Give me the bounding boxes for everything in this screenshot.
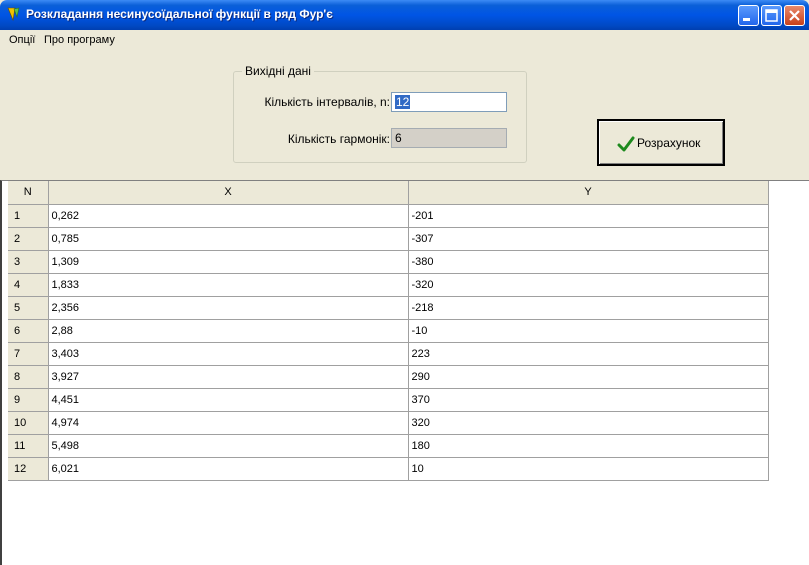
row-number-cell: 9 [8,388,49,412]
row-number-cell: 2 [8,227,49,251]
calculate-button-label: Розрахунок [637,136,701,150]
row-number-cell: 12 [8,457,49,481]
menu-options[interactable]: Опції [9,34,35,46]
y-cell[interactable]: 320 [408,411,769,435]
header-n[interactable]: N [8,181,49,205]
x-cell[interactable]: 5,498 [48,434,409,458]
title-bar[interactable]: Розкладання несинусоїдальної функції в р… [0,0,809,30]
app-icon [7,7,20,22]
input-groupbox [233,71,527,163]
checkmark-icon [617,136,635,152]
row-number-cell: 6 [8,319,49,343]
row-number-cell: 7 [8,342,49,366]
y-cell[interactable]: -201 [408,204,769,228]
table-row[interactable]: 11 5,498 180 [8,434,769,458]
table-row[interactable]: 5 2,356 -218 [8,296,769,320]
table-row[interactable]: 7 3,403 223 [8,342,769,366]
minimize-icon [743,18,750,21]
row-number-cell: 5 [8,296,49,320]
y-cell[interactable]: 370 [408,388,769,412]
x-cell[interactable]: 4,451 [48,388,409,412]
y-cell[interactable]: 10 [408,457,769,481]
data-grid[interactable]: N X Y 1 0,262 -201 2 0,785 -307 3 1,309 -380 4 1,8… [8,181,769,481]
row-number-cell: 11 [8,434,49,458]
harmonics-label: Кількість гармонік: [287,132,390,146]
maximize-button[interactable] [761,5,782,26]
table-row[interactable]: 2 0,785 -307 [8,227,769,251]
x-cell[interactable]: 2,88 [48,319,409,343]
table-row[interactable]: 3 1,309 -380 [8,250,769,274]
y-cell[interactable]: -380 [408,250,769,274]
close-icon [789,10,800,21]
menu-about[interactable]: Про програму [44,34,115,46]
minimize-button[interactable] [738,5,759,26]
table-row[interactable]: 1 0,262 -201 [8,204,769,228]
row-number-cell: 10 [8,411,49,435]
x-cell[interactable]: 0,785 [48,227,409,251]
y-cell[interactable]: 180 [408,434,769,458]
x-cell[interactable]: 2,356 [48,296,409,320]
row-number-cell: 3 [8,250,49,274]
y-cell[interactable]: -307 [408,227,769,251]
x-cell[interactable]: 6,021 [48,457,409,481]
app-window: Розкладання несинусоїдальної функції в р… [0,0,809,565]
table-row[interactable]: 9 4,451 370 [8,388,769,412]
row-number-cell: 1 [8,204,49,228]
x-cell[interactable]: 3,403 [48,342,409,366]
y-cell[interactable]: -10 [408,319,769,343]
x-cell[interactable]: 1,833 [48,273,409,297]
maximize-icon [765,9,778,22]
calculate-button[interactable]: Розрахунок [597,119,725,166]
close-button[interactable] [784,5,805,26]
row-number-cell: 4 [8,273,49,297]
y-cell[interactable]: 223 [408,342,769,366]
harmonics-input: 6 [391,128,507,148]
y-cell[interactable]: -218 [408,296,769,320]
window-title: Розкладання несинусоїдальної функції в р… [26,7,333,21]
intervals-value: 12 [395,95,411,109]
x-cell[interactable]: 4,974 [48,411,409,435]
table-row[interactable]: 10 4,974 320 [8,411,769,435]
y-cell[interactable]: 290 [408,365,769,389]
menu-bar: Опції Про програму [0,30,809,50]
y-cell[interactable]: -320 [408,273,769,297]
header-x[interactable]: X [48,181,409,205]
x-cell[interactable]: 0,262 [48,204,409,228]
header-y[interactable]: Y [408,181,769,205]
table-row[interactable]: 12 6,021 10 [8,457,769,481]
input-panel: Вихідні дані Кількість інтервалів, n: 12… [0,50,809,180]
harmonics-value: 6 [395,131,402,145]
x-cell[interactable]: 1,309 [48,250,409,274]
table-row[interactable]: 8 3,927 290 [8,365,769,389]
table-row[interactable]: 4 1,833 -320 [8,273,769,297]
x-cell[interactable]: 3,927 [48,365,409,389]
table-row[interactable]: 6 2,88 -10 [8,319,769,343]
input-group-title: Вихідні дані [242,64,314,78]
intervals-input[interactable]: 12 [391,92,507,112]
row-number-cell: 8 [8,365,49,389]
intervals-label: Кількість інтервалів, n: [264,95,390,109]
data-grid-area[interactable]: N X Y 1 0,262 -201 2 0,785 -307 3 1,309 -380 4 1,8… [0,180,809,565]
